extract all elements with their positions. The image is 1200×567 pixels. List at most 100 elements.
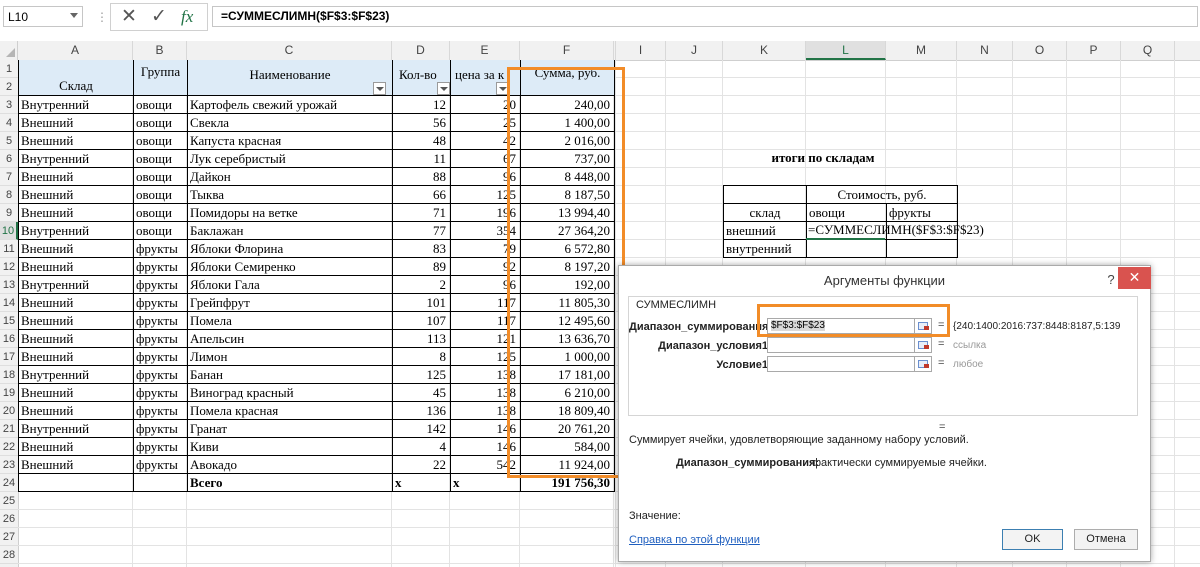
cell-sum[interactable]: 6 210,00 xyxy=(520,383,615,402)
cell-total-price[interactable]: x xyxy=(450,473,521,492)
row-header-2[interactable]: 2 xyxy=(0,78,18,96)
cell-sum[interactable]: 11 924,00 xyxy=(520,455,615,474)
cell-gruppa[interactable]: овощи xyxy=(133,95,188,114)
header-sklad[interactable]: Склад xyxy=(18,60,134,96)
insert-function-icon[interactable]: fx xyxy=(181,6,193,28)
cell-sklad[interactable]: Внешний xyxy=(18,113,134,132)
sum-range-input[interactable]: $F$3:$F$23 xyxy=(767,318,915,334)
cell-price[interactable]: 20 xyxy=(450,95,521,114)
cell-qty[interactable]: 56 xyxy=(392,113,451,132)
cell-price[interactable]: 96 xyxy=(450,167,521,186)
row-header-23[interactable]: 23 xyxy=(0,456,18,474)
row-header-15[interactable]: 15 xyxy=(0,312,18,330)
cell-gruppa[interactable]: фрукты xyxy=(133,311,188,330)
cell-price[interactable]: 125 xyxy=(450,347,521,366)
summary-title[interactable]: итоги по складам xyxy=(748,149,898,168)
cell-qty[interactable]: 125 xyxy=(392,365,451,384)
enter-check-icon[interactable]: ✓ xyxy=(151,6,167,28)
cell-sum[interactable]: 12 495,60 xyxy=(520,311,615,330)
cell-name[interactable]: Апельсин xyxy=(187,329,393,348)
cell-gruppa[interactable]: фрукты xyxy=(133,383,188,402)
row-header-19[interactable]: 19 xyxy=(0,384,18,402)
cell-qty[interactable]: 48 xyxy=(392,131,451,150)
cell-sum[interactable]: 1 000,00 xyxy=(520,347,615,366)
cell-name[interactable]: Тыква xyxy=(187,185,393,204)
help-link[interactable]: Справка по этой функции xyxy=(629,534,760,546)
cell-sklad[interactable]: Внешний xyxy=(18,455,134,474)
column-header-f[interactable]: F xyxy=(520,41,614,60)
cell-price[interactable]: 138 xyxy=(450,401,521,420)
cell-name[interactable]: Яблоки Гала xyxy=(187,275,393,294)
cell-sklad[interactable]: Внешний xyxy=(18,239,134,258)
active-cell-editor[interactable]: =СУММЕСЛИМН($F$3:$F$23) xyxy=(806,221,984,240)
cell-price[interactable]: 121 xyxy=(450,329,521,348)
cell-sum[interactable]: 1 400,00 xyxy=(520,113,615,132)
row-header-6[interactable]: 6 xyxy=(0,150,18,168)
cell-name[interactable]: Дайкон xyxy=(187,167,393,186)
cell-name[interactable]: Лук серебристый xyxy=(187,149,393,168)
cell-sum[interactable]: 8 197,20 xyxy=(520,257,615,276)
close-button[interactable]: ✕ xyxy=(1118,267,1151,289)
cell-sklad[interactable]: Внутренний xyxy=(18,419,134,438)
header-name[interactable]: Наименование xyxy=(187,60,393,96)
row-header-4[interactable]: 4 xyxy=(0,114,18,132)
cell-price[interactable]: 79 xyxy=(450,239,521,258)
criteria1-input[interactable] xyxy=(767,356,915,372)
row-header-28[interactable]: 28 xyxy=(0,546,18,564)
cell-sklad[interactable]: Внешний xyxy=(18,131,134,150)
cell-sum[interactable]: 20 761,20 xyxy=(520,419,615,438)
summary-row-ext[interactable]: внешний xyxy=(723,221,807,240)
cell-qty[interactable]: 66 xyxy=(392,185,451,204)
cell-name[interactable]: Банан xyxy=(187,365,393,384)
row-header-22[interactable]: 22 xyxy=(0,438,18,456)
cell-name[interactable]: Яблоки Семиренко xyxy=(187,257,393,276)
cell-sklad[interactable]: Внешний xyxy=(18,311,134,330)
cell-gruppa[interactable]: овощи xyxy=(133,221,188,240)
cell-qty[interactable]: 88 xyxy=(392,167,451,186)
cell-sum[interactable]: 192,00 xyxy=(520,275,615,294)
cell-sklad[interactable]: Внешний xyxy=(18,293,134,312)
cell-price[interactable]: 146 xyxy=(450,437,521,456)
row-header-9[interactable]: 9 xyxy=(0,204,18,222)
column-header-n[interactable]: N xyxy=(957,41,1013,60)
cell-sum[interactable]: 737,00 xyxy=(520,149,615,168)
row-header-10[interactable]: 10 xyxy=(0,222,18,240)
cell-sum[interactable]: 18 809,40 xyxy=(520,401,615,420)
cell-name[interactable]: Помела красная xyxy=(187,401,393,420)
cell-price[interactable]: 25 xyxy=(450,113,521,132)
cell-sum[interactable]: 6 572,80 xyxy=(520,239,615,258)
cancel-button[interactable]: Отмена xyxy=(1074,529,1138,550)
cell-gruppa[interactable]: фрукты xyxy=(133,293,188,312)
cell-price[interactable]: 42 xyxy=(450,131,521,150)
row-header-16[interactable]: 16 xyxy=(0,330,18,348)
cell-qty[interactable]: 136 xyxy=(392,401,451,420)
cell-qty[interactable]: 2 xyxy=(392,275,451,294)
cell-gruppa[interactable]: фрукты xyxy=(133,257,188,276)
cell-price[interactable]: 92 xyxy=(450,257,521,276)
column-header-l[interactable]: L xyxy=(806,41,886,60)
column-header-c[interactable]: C xyxy=(187,41,392,60)
column-header-m[interactable]: M xyxy=(886,41,957,60)
cell-sum[interactable]: 240,00 xyxy=(520,95,615,114)
column-header-b[interactable]: B xyxy=(133,41,187,60)
summary-col-fruit[interactable]: фрукты xyxy=(886,203,958,222)
summary-int-veg[interactable] xyxy=(806,239,887,258)
cell-sklad[interactable]: Внутренний xyxy=(18,365,134,384)
collapse-dialog-icon[interactable] xyxy=(914,356,932,372)
chevron-down-icon[interactable] xyxy=(70,13,78,18)
column-header-q[interactable]: Q xyxy=(1121,41,1175,60)
summary-corner[interactable] xyxy=(723,185,807,204)
row-header-14[interactable]: 14 xyxy=(0,294,18,312)
cell-name[interactable]: Лимон xyxy=(187,347,393,366)
cell-qty[interactable]: 12 xyxy=(392,95,451,114)
cell-sum[interactable]: 8 448,00 xyxy=(520,167,615,186)
filter-dropdown-icon[interactable] xyxy=(437,82,450,95)
cell-qty[interactable]: 11 xyxy=(392,149,451,168)
cell-sklad[interactable]: Внешний xyxy=(18,401,134,420)
cancel-icon[interactable]: ✕ xyxy=(121,6,137,28)
cell-sum[interactable]: 13 994,40 xyxy=(520,203,615,222)
column-header-j[interactable]: J xyxy=(666,41,723,60)
help-icon[interactable]: ? xyxy=(1105,270,1117,290)
column-header-e[interactable]: E xyxy=(450,41,520,60)
cell-gruppa[interactable]: овощи xyxy=(133,131,188,150)
